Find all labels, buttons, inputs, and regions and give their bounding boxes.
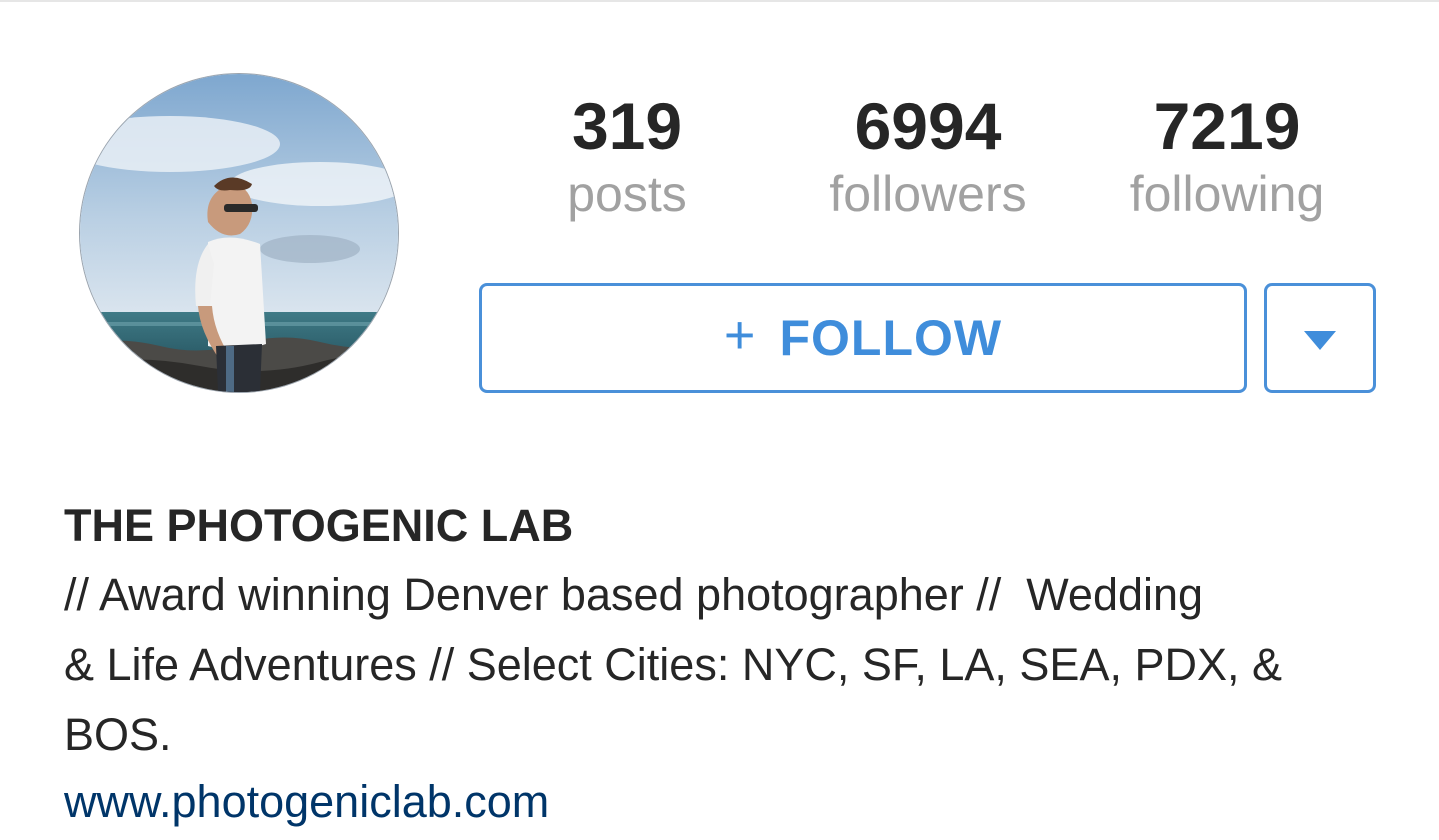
top-divider [0, 0, 1439, 2]
profile-name: THE PHOTOGENIC LAB [64, 500, 574, 551]
posts-count: 319 [571, 89, 683, 163]
caret-down-icon [1304, 330, 1336, 350]
followers-count: 6994 [854, 89, 1002, 163]
posts-label: posts [567, 166, 687, 222]
avatar[interactable] [80, 74, 398, 392]
profile-photo [80, 74, 398, 392]
following-count: 7219 [1153, 89, 1301, 163]
bio-line: & Life Adventures // Select Cities: NYC,… [64, 639, 1283, 690]
following-label: following [1129, 166, 1325, 222]
bio-line: // Award winning Denver based photograph… [64, 569, 1204, 620]
profile-header: 319 posts 6994 followers 7219 following … [0, 0, 1439, 840]
plus-icon: + [723, 305, 756, 365]
follow-button[interactable]: + FOLLOW [479, 283, 1247, 393]
stat-posts[interactable]: 319 posts [537, 88, 717, 224]
website-link[interactable]: www.photogeniclab.com [64, 772, 549, 832]
follow-button-label: FOLLOW [779, 310, 1003, 366]
suggested-accounts-button[interactable] [1264, 283, 1376, 393]
followers-label: followers [829, 166, 1027, 222]
profile-bio: // Award winning Denver based photograph… [64, 560, 1384, 770]
stat-following[interactable]: 7219 following [1098, 88, 1356, 224]
stat-followers[interactable]: 6994 followers [797, 88, 1059, 224]
bio-line: BOS. [64, 709, 172, 760]
